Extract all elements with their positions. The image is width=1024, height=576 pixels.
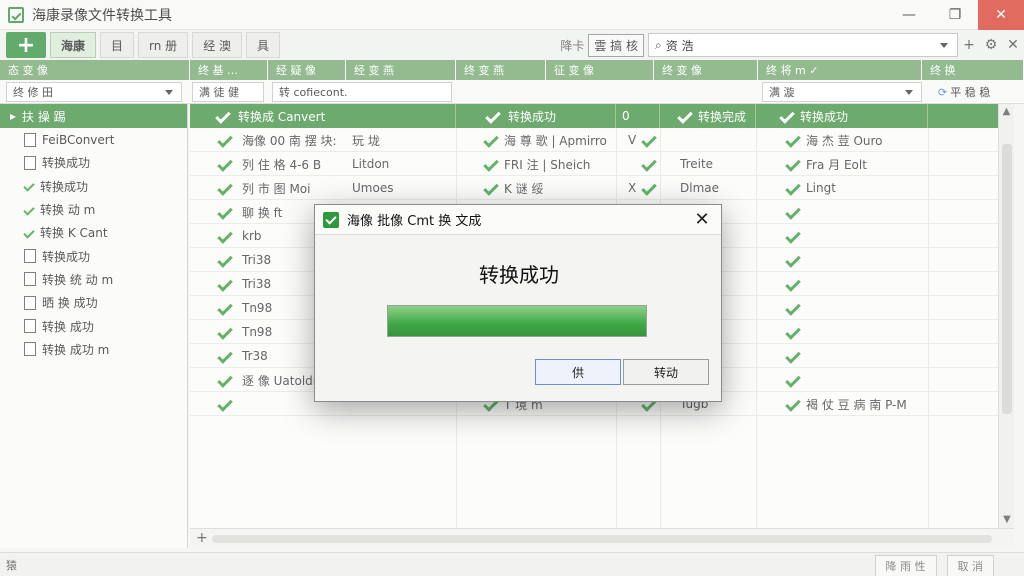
ok-button[interactable]: 供 <box>535 359 621 385</box>
dialog-title: 海像 批像 Cmt 换 文成 <box>347 214 482 229</box>
progress-bar <box>387 305 647 337</box>
progress-fill <box>388 306 646 336</box>
dialog-close-button[interactable]: ✕ <box>691 209 713 230</box>
check-icon <box>323 211 339 228</box>
secondary-button[interactable]: 转动 <box>623 359 709 385</box>
conversion-dialog: 海像 批像 Cmt 换 文成 ✕ 转换成功 供 转动 <box>314 204 722 402</box>
dialog-message: 转换成功 <box>479 263 559 287</box>
dialog-title-bar: 海像 批像 Cmt 换 文成 ✕ <box>315 205 721 235</box>
